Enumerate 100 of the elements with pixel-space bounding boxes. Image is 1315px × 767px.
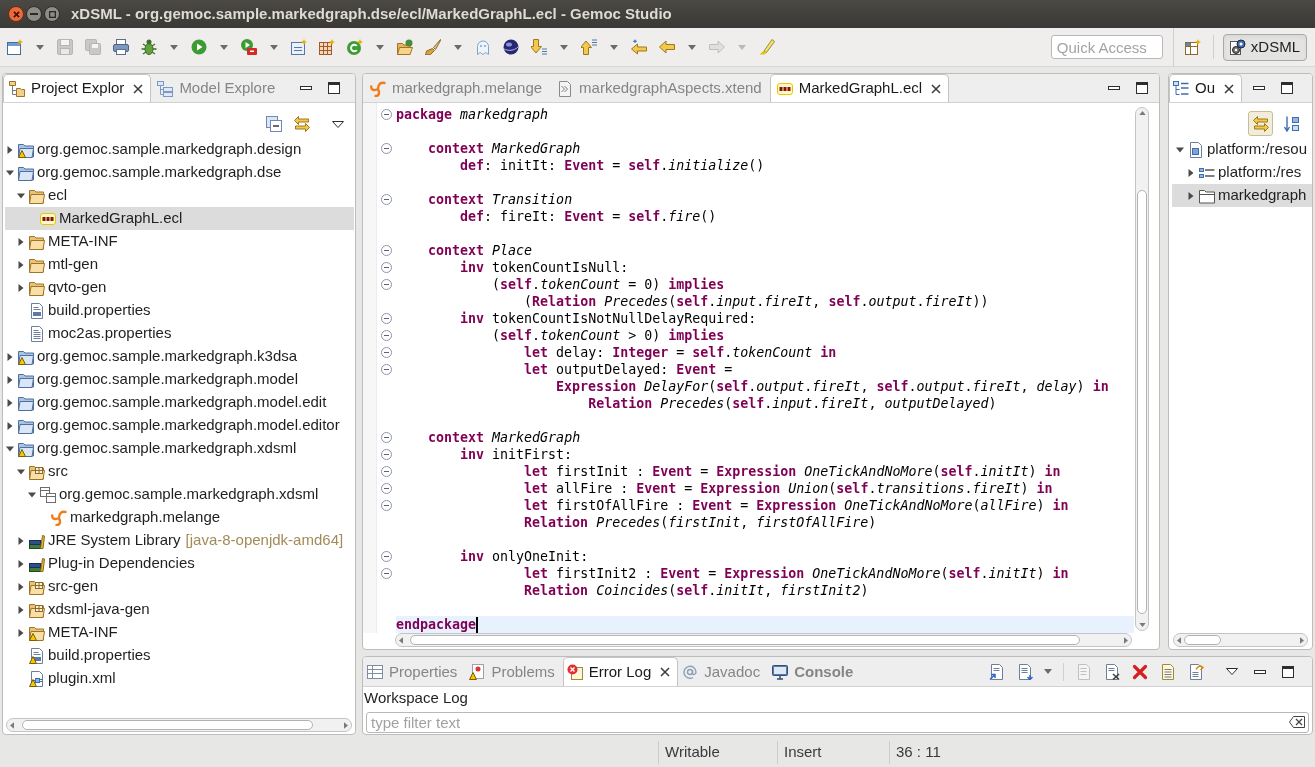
close-icon[interactable] — [660, 667, 671, 677]
tree-item[interactable]: org.gemoc.sample.markedgraph.k3dsa — [5, 345, 354, 368]
fold-icon[interactable] — [381, 313, 392, 324]
tree-item[interactable]: org.gemoc.sample.markedgraph.xdsml — [5, 437, 354, 460]
tree-item[interactable]: META-INF — [5, 621, 354, 644]
tree-toggle-icon[interactable] — [6, 444, 14, 453]
close-icon[interactable] — [1224, 83, 1234, 94]
tree-item[interactable]: platform:/resou — [1172, 138, 1312, 161]
fold-icon[interactable] — [381, 364, 392, 375]
tree-item[interactable]: build.properties — [5, 644, 354, 667]
tree-item[interactable]: org.gemoc.sample.markedgraph.model.edit — [5, 391, 354, 414]
fold-icon[interactable] — [381, 245, 392, 256]
tree-item[interactable]: platform:/res — [1172, 161, 1312, 184]
tree-toggle-icon[interactable] — [1187, 191, 1195, 200]
tree-toggle-icon[interactable] — [6, 375, 14, 384]
tree-item[interactable]: org.gemoc.sample.markedgraph.model — [5, 368, 354, 391]
horizontal-scrollbar[interactable] — [395, 633, 1132, 647]
maximize-icon[interactable] — [328, 82, 340, 94]
tab[interactable]: MarkedGraphL.ecl — [769, 74, 950, 102]
tree-item[interactable]: META-INF — [5, 230, 354, 253]
maximize-icon[interactable] — [1281, 82, 1293, 94]
horizontal-scrollbar[interactable] — [6, 718, 352, 732]
minimize-icon[interactable] — [1254, 669, 1266, 674]
tree-item[interactable]: Plug-in Dependencies — [5, 552, 354, 575]
tree-item[interactable]: org.gemoc.sample.markedgraph.design — [5, 138, 354, 161]
fold-icon[interactable] — [381, 483, 392, 494]
fold-icon[interactable] — [381, 449, 392, 460]
clear-field-icon[interactable] — [1289, 716, 1305, 728]
tree-item[interactable]: build.properties — [5, 299, 354, 322]
fold-icon[interactable] — [381, 466, 392, 477]
tree-toggle-icon[interactable] — [17, 260, 25, 269]
tree-toggle-icon[interactable] — [17, 237, 25, 246]
close-icon[interactable] — [133, 83, 144, 94]
tab[interactable]: Error Log — [562, 657, 679, 686]
tree-item[interactable]: MarkedGraphL.ecl — [5, 207, 354, 230]
fold-icon[interactable] — [381, 143, 392, 154]
fold-icon[interactable] — [381, 194, 392, 205]
tree-toggle-icon[interactable] — [6, 421, 14, 430]
maximize-window-button[interactable] — [44, 6, 60, 22]
fold-icon[interactable] — [381, 500, 392, 511]
tree-toggle-icon[interactable] — [17, 605, 25, 614]
minimize-icon[interactable] — [1108, 86, 1120, 90]
perspective-button[interactable]: xDSML — [1222, 33, 1307, 61]
minimize-icon[interactable] — [300, 86, 312, 90]
scrollbar-thumb[interactable] — [1184, 635, 1221, 645]
fold-icon[interactable] — [381, 279, 392, 290]
tree-toggle-icon[interactable] — [17, 559, 25, 568]
view-menu-icon[interactable] — [1226, 668, 1238, 675]
tree-item[interactable]: ecl — [5, 184, 354, 207]
tree-toggle-icon[interactable] — [17, 536, 25, 545]
tree-toggle-icon[interactable] — [17, 628, 25, 637]
link-arrows-icon[interactable] — [294, 116, 310, 132]
fold-icon[interactable] — [381, 432, 392, 443]
fold-icon[interactable] — [381, 551, 392, 562]
tree-item[interactable]: plugin.xml — [5, 667, 354, 690]
tree-toggle-icon[interactable] — [1187, 168, 1195, 177]
tree-item[interactable]: qvto-gen — [5, 276, 354, 299]
tree-toggle-icon[interactable] — [17, 467, 25, 476]
tree-toggle-icon[interactable] — [6, 398, 14, 407]
maximize-icon[interactable] — [1136, 82, 1148, 94]
tree-item[interactable]: src-gen — [5, 575, 354, 598]
fold-icon[interactable] — [381, 330, 392, 341]
tree-item[interactable]: org.gemoc.sample.markedgraph.dse — [5, 161, 354, 184]
fold-icon[interactable] — [381, 347, 392, 358]
tree-toggle-icon[interactable] — [17, 191, 25, 200]
fold-icon[interactable] — [381, 568, 392, 579]
minimize-icon[interactable] — [1253, 86, 1265, 90]
horizontal-scrollbar[interactable] — [1173, 633, 1308, 647]
tree-item[interactable]: xdsml-java-gen — [5, 598, 354, 621]
close-icon[interactable] — [931, 83, 942, 94]
outline-toolbar-button[interactable] — [1248, 111, 1273, 136]
tree-toggle-icon[interactable] — [1176, 145, 1184, 154]
tree-toggle-icon[interactable] — [28, 490, 36, 499]
tree-toggle-icon[interactable] — [17, 283, 25, 292]
tab[interactable]: Ou — [1169, 74, 1242, 102]
scrollbar-thumb[interactable] — [1137, 190, 1147, 614]
scrollbar-thumb[interactable] — [410, 635, 1080, 645]
minimize-window-button[interactable] — [26, 6, 42, 22]
tree-item[interactable]: org.gemoc.sample.markedgraph.model.editor — [5, 414, 354, 437]
tree-toggle-icon[interactable] — [6, 352, 14, 361]
tree-toggle-icon[interactable] — [6, 168, 14, 177]
maximize-icon[interactable] — [1282, 665, 1294, 678]
tree-item[interactable]: markedgraph.melange — [5, 506, 354, 529]
filter-field[interactable]: type filter text — [366, 712, 1309, 733]
tree-toggle-icon[interactable] — [17, 582, 25, 591]
scrollbar-thumb[interactable] — [22, 720, 313, 730]
tree-item[interactable]: src — [5, 460, 354, 483]
collapse-all-icon[interactable] — [266, 116, 282, 132]
vertical-scrollbar[interactable] — [1135, 107, 1149, 631]
close-window-button[interactable] — [8, 6, 24, 22]
tree-item[interactable]: org.gemoc.sample.markedgraph.xdsml — [5, 483, 354, 506]
fold-icon[interactable] — [381, 262, 392, 273]
tree-item[interactable]: moc2as.properties — [5, 322, 354, 345]
fold-icon[interactable] — [381, 109, 392, 120]
tree-item[interactable]: JRE System Library [java-8-openjdk-amd64] — [5, 529, 354, 552]
view-menu-icon[interactable] — [332, 121, 344, 128]
tree-item[interactable]: mtl-gen — [5, 253, 354, 276]
tab[interactable]: Project Explor — [3, 74, 152, 102]
tree-item[interactable]: markedgraph — [1172, 184, 1312, 207]
quick-access-field[interactable]: Quick Access — [1050, 35, 1163, 59]
